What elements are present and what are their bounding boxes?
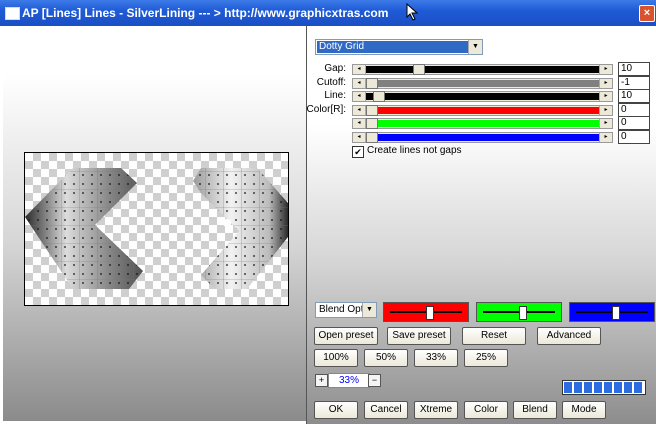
arrow-left-icon[interactable]: ◂ xyxy=(353,92,366,101)
slider-track[interactable]: ◂ ▸ xyxy=(352,132,613,143)
ok-button[interactable]: OK xyxy=(314,401,358,419)
chevron-down-icon[interactable]: ▼ xyxy=(468,40,482,54)
progress-segment xyxy=(594,382,602,393)
reset-button[interactable]: Reset xyxy=(462,327,526,345)
advanced-button[interactable]: Advanced xyxy=(537,327,601,345)
slider-thumb[interactable] xyxy=(373,91,385,102)
close-button[interactable]: × xyxy=(639,5,655,22)
app-icon xyxy=(5,7,20,20)
slider-fill xyxy=(366,93,599,100)
progress-segment xyxy=(584,382,592,393)
window-title: AP [Lines] Lines - SilverLining --- > ht… xyxy=(22,6,389,20)
blend-button[interactable]: Blend xyxy=(513,401,557,419)
zoom-value: 33% xyxy=(328,373,370,388)
slider-value-field[interactable]: 10 xyxy=(618,89,650,103)
open-preset-button[interactable]: Open preset xyxy=(314,327,378,345)
arrow-left-icon[interactable]: ◂ xyxy=(353,119,366,128)
zoom-100-button[interactable]: 100% xyxy=(314,349,358,367)
left-shape xyxy=(25,168,143,289)
slider-fill xyxy=(366,134,599,141)
progress-segment xyxy=(634,382,642,393)
chevron-down-icon[interactable]: ▼ xyxy=(362,303,376,317)
zoom-in-button[interactable]: + xyxy=(315,374,328,387)
blend-options-select[interactable]: Blend Opti ▼ xyxy=(315,302,377,318)
slider-label: Gap: xyxy=(324,63,346,74)
create-lines-label: Create lines not gaps xyxy=(367,145,462,156)
slider-thumb[interactable] xyxy=(413,64,425,75)
slider-track[interactable]: ◂ ▸ xyxy=(352,118,613,129)
right-shape xyxy=(193,168,288,289)
slider-fill xyxy=(366,66,599,73)
slider-track[interactable]: ◂ ▸ xyxy=(352,105,613,116)
mouse-cursor-icon xyxy=(406,3,419,21)
progress-segment xyxy=(624,382,632,393)
arrow-right-icon[interactable]: ▸ xyxy=(599,65,612,74)
slider-value-field[interactable]: 0 xyxy=(618,116,650,130)
blend-color-bar[interactable] xyxy=(569,302,655,322)
blend-options-value: Blend Opti xyxy=(319,304,362,315)
xtreme-button[interactable]: Xtreme xyxy=(414,401,458,419)
slider-label: Cutoff: xyxy=(316,77,346,88)
blend-bar-knob[interactable] xyxy=(426,306,434,320)
slider-label: Color[R]: xyxy=(306,104,346,115)
slider-track[interactable]: ◂ ▸ xyxy=(352,91,613,102)
slider-track[interactable]: ◂ ▸ xyxy=(352,78,613,89)
slider-value-field[interactable]: 10 xyxy=(618,62,650,76)
slider-value-field[interactable]: -1 xyxy=(618,76,650,90)
slider-track[interactable]: ◂ ▸ xyxy=(352,64,613,75)
color-button[interactable]: Color xyxy=(464,401,508,419)
slider-fill xyxy=(366,107,599,114)
title-bar: AP [Lines] Lines - SilverLining --- > ht… xyxy=(0,0,656,26)
arrow-right-icon[interactable]: ▸ xyxy=(599,106,612,115)
arrow-right-icon[interactable]: ▸ xyxy=(599,119,612,128)
arrow-left-icon[interactable]: ◂ xyxy=(353,79,366,88)
zoom-33-button[interactable]: 33% xyxy=(414,349,458,367)
progress-segment xyxy=(574,382,582,393)
slider-label: Line: xyxy=(324,90,346,101)
progress-segment xyxy=(604,382,612,393)
slider-thumb[interactable] xyxy=(366,132,378,143)
zoom-25-button[interactable]: 25% xyxy=(464,349,508,367)
zoom-50-button[interactable]: 50% xyxy=(364,349,408,367)
create-lines-checkbox[interactable]: ✔ xyxy=(352,146,364,158)
arrow-left-icon[interactable]: ◂ xyxy=(353,65,366,74)
arrow-left-icon[interactable]: ◂ xyxy=(353,133,366,142)
slider-fill xyxy=(366,80,599,87)
progress-bar xyxy=(562,380,646,395)
save-preset-button[interactable]: Save preset xyxy=(387,327,451,345)
arrow-right-icon[interactable]: ▸ xyxy=(599,133,612,142)
slider-value-field[interactable]: 0 xyxy=(618,103,650,117)
preview-artwork xyxy=(25,168,288,289)
mode-button[interactable]: Mode xyxy=(562,401,606,419)
blend-color-bar[interactable] xyxy=(383,302,469,322)
preset-select[interactable]: Dotty Grid ▼ xyxy=(315,39,483,55)
slider-fill xyxy=(366,120,599,127)
slider-thumb[interactable] xyxy=(366,118,378,129)
cancel-button[interactable]: Cancel xyxy=(364,401,408,419)
slider-thumb[interactable] xyxy=(366,105,378,116)
arrow-left-icon[interactable]: ◂ xyxy=(353,106,366,115)
progress-segment xyxy=(614,382,622,393)
blend-bar-knob[interactable] xyxy=(612,306,620,320)
arrow-right-icon[interactable]: ▸ xyxy=(599,92,612,101)
slider-value-field[interactable]: 0 xyxy=(618,130,650,144)
preview-image[interactable] xyxy=(24,152,289,306)
arrow-right-icon[interactable]: ▸ xyxy=(599,79,612,88)
blend-bar-knob[interactable] xyxy=(519,306,527,320)
zoom-out-button[interactable]: − xyxy=(368,374,381,387)
progress-segment xyxy=(564,382,572,393)
slider-thumb[interactable] xyxy=(366,78,378,89)
blend-color-bar[interactable] xyxy=(476,302,562,322)
preset-select-value: Dotty Grid xyxy=(317,41,468,53)
